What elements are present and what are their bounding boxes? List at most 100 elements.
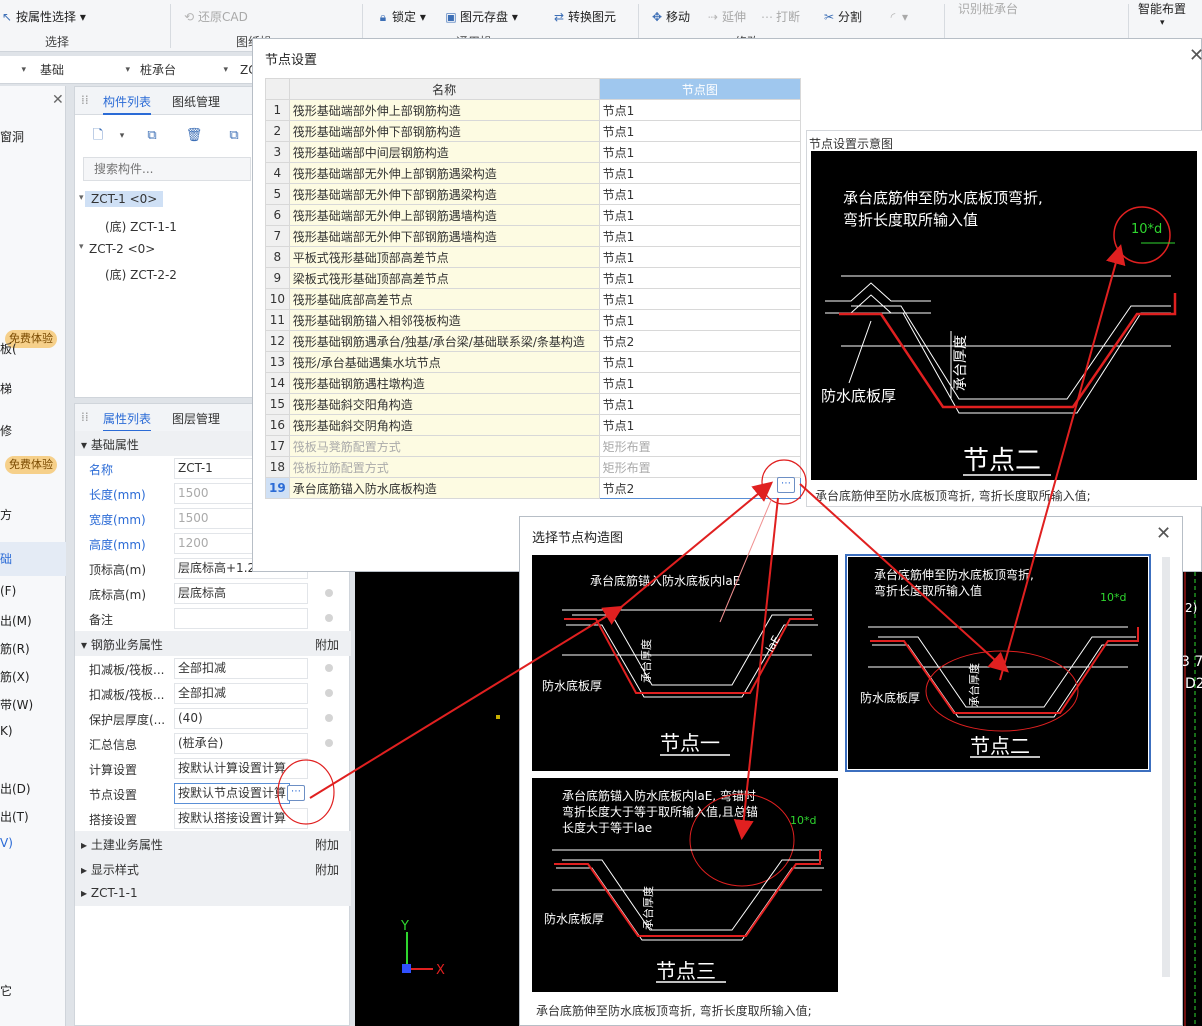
table-row[interactable]: 10 筏形基础底部高差节点 节点1	[265, 288, 802, 310]
row-node-value[interactable]: 节点1	[598, 393, 802, 415]
table-row[interactable]: 7 筏形基础端部无外伸下部钢筋遇墙构造 节点1	[265, 225, 802, 247]
table-row[interactable]: 17 筏板马凳筋配置方式 矩形布置	[265, 435, 802, 457]
table-row[interactable]: 14 筏形基础钢筋遇柱墩构造 节点1	[265, 372, 802, 394]
nav-item-active[interactable]: 础	[0, 542, 66, 576]
nav-item[interactable]: 带(W)	[0, 696, 33, 713]
nav-item[interactable]: 筋(R)	[0, 640, 30, 657]
group-civil-properties[interactable]: ▸ 土建业务属性 附加	[75, 831, 351, 856]
expand-icon[interactable]: ▾	[79, 242, 84, 252]
table-row[interactable]: 16 筏形基础斜交阴角构造 节点1	[265, 414, 802, 436]
table-row[interactable]: 3 筏形基础端部中间层钢筋构造 节点1	[265, 141, 802, 163]
tab-layer-management[interactable]: 图层管理	[172, 410, 220, 427]
row-node-value[interactable]: 节点1	[598, 246, 802, 268]
expand-icon[interactable]: ▾	[79, 193, 84, 203]
nav-item[interactable]: V)	[0, 836, 13, 850]
table-row[interactable]: 1 筏形基础端部外伸上部钢筋构造 节点1	[265, 99, 802, 121]
nav-item[interactable]: 窗洞	[0, 128, 24, 145]
option-dot[interactable]	[325, 589, 333, 597]
property-value[interactable]: 层底标高	[174, 583, 308, 604]
table-row[interactable]: 8 平板式筏形基础顶部高差节点 节点1	[265, 246, 802, 268]
arc-button[interactable]: ◜ ▾	[886, 8, 908, 26]
row-node-value[interactable]: 节点1	[598, 372, 802, 394]
row-node-value[interactable]: 节点1	[598, 204, 802, 226]
row-node-value[interactable]: 节点1	[598, 141, 802, 163]
property-value[interactable]: 按默认节点设置计算	[174, 783, 290, 804]
node-option-3[interactable]: 承台底筋锚入防水底板内laE, 弯锚时 弯折长度大于等于取所输入值,且总锚 长度…	[532, 778, 838, 992]
nav-item[interactable]: 修	[0, 422, 12, 439]
free-trial-badge[interactable]: 免费体验	[5, 456, 57, 474]
chevron-down-icon[interactable]: ▾	[111, 125, 133, 147]
row-node-value[interactable]: 节点1	[598, 267, 802, 289]
row-node-value[interactable]: 节点1	[598, 162, 802, 184]
row-node-value[interactable]: 矩形布置	[598, 435, 802, 457]
row-node-value[interactable]: 节点2	[598, 330, 802, 352]
table-row[interactable]: 18 筏板拉筋配置方式 矩形布置	[265, 456, 802, 478]
nav-item[interactable]: 出(M)	[0, 612, 32, 629]
nav-item[interactable]: K)	[0, 724, 13, 738]
property-value[interactable]: 全部扣减	[174, 683, 308, 704]
option-dot[interactable]	[325, 714, 333, 722]
row-node-value[interactable]: 节点1	[598, 288, 802, 310]
nav-item[interactable]: 板(	[0, 340, 17, 357]
close-icon[interactable]: ✕	[1189, 45, 1202, 66]
property-value[interactable]: 按默认计算设置计算	[174, 758, 308, 779]
table-row[interactable]: 12 筏形基础钢筋遇承台/独基/承台梁/基础联系梁/条基构造 节点2	[265, 330, 802, 352]
row-node-value[interactable]: 节点1	[598, 309, 802, 331]
nav-item[interactable]: 方	[0, 506, 12, 523]
table-row[interactable]: 4 筏形基础端部无外伸上部钢筋遇梁构造 节点1	[265, 162, 802, 184]
chevron-down-icon[interactable]: ▾	[1160, 14, 1165, 32]
tree-node-zct1-1[interactable]: (底) ZCT-1-1	[105, 218, 177, 235]
table-row[interactable]: 19 承台底筋锚入防水底板构造 节点2	[265, 477, 802, 499]
group-sub-component[interactable]: ▸ ZCT-1-1	[75, 881, 351, 906]
tab-drawing-management[interactable]: 图纸管理	[172, 93, 220, 110]
tree-node-zct2[interactable]: ZCT-2 <0>	[89, 242, 155, 256]
tab-property-list[interactable]: 属性列表	[103, 410, 152, 432]
property-value[interactable]: (40)	[174, 708, 308, 729]
option-dot[interactable]	[325, 689, 333, 697]
type-select[interactable]: 桩承台 ▾	[140, 60, 232, 80]
group-rebar-properties[interactable]: ▾ 钢筋业务属性 附加	[75, 631, 351, 656]
move-button[interactable]: ✥ 移动	[650, 8, 690, 26]
row-node-value[interactable]: 节点2	[598, 477, 802, 499]
table-row[interactable]: 11 筏形基础钢筋锚入相邻筏板构造 节点1	[265, 309, 802, 331]
drag-handle-icon[interactable]: ⁞⁞	[81, 93, 89, 107]
option-dot[interactable]	[325, 614, 333, 622]
table-row[interactable]: 9 梁板式筏形基础顶部高差节点 节点1	[265, 267, 802, 289]
drag-handle-icon[interactable]: ⁞⁞	[81, 410, 89, 424]
property-value[interactable]: 全部扣减	[174, 658, 308, 679]
option-dot[interactable]	[325, 664, 333, 672]
nav-item[interactable]: 筋(X)	[0, 668, 30, 685]
property-value[interactable]: (桩承台)	[174, 733, 308, 754]
row-node-value[interactable]: 节点1	[598, 183, 802, 205]
close-icon[interactable]: ✕	[52, 92, 64, 108]
table-row[interactable]: 6 筏形基础端部无外伸上部钢筋遇墙构造 节点1	[265, 204, 802, 226]
nav-item[interactable]: (F)	[0, 584, 16, 598]
more-options-button[interactable]: ⋯	[777, 477, 795, 493]
row-node-value[interactable]: 节点1	[598, 414, 802, 436]
lock-button[interactable]: 🔒︎ 锁定 ▾	[376, 8, 426, 26]
row-node-value[interactable]: 节点1	[598, 225, 802, 247]
delete-icon[interactable]: 🗑︎	[183, 125, 205, 147]
save-element-button[interactable]: ▣ 图元存盘 ▾	[444, 8, 518, 26]
identify-pile-cap-button[interactable]: 识别桩承台	[958, 0, 1018, 18]
convert-element-button[interactable]: ⇄ 转换图元	[552, 8, 616, 26]
group-display-style[interactable]: ▸ 显示样式 附加	[75, 856, 351, 881]
table-row[interactable]: 13 筏形/承台基础遇集水坑节点 节点1	[265, 351, 802, 373]
duplicate-icon[interactable]: ⧉	[223, 125, 245, 147]
extend-button[interactable]: ⇢ 延伸	[706, 8, 746, 26]
copy-icon[interactable]: ⧉	[141, 125, 163, 147]
tab-component-list[interactable]: 构件列表	[103, 93, 152, 115]
tree-node-zct1[interactable]: ZCT-1 <0>	[85, 191, 164, 207]
table-row[interactable]: 5 筏形基础端部无外伸下部钢筋遇梁构造 节点1	[265, 183, 802, 205]
search-input[interactable]	[83, 157, 251, 181]
option-dot[interactable]	[325, 739, 333, 747]
table-row[interactable]: 2 筏形基础端部外伸下部钢筋构造 节点1	[265, 120, 802, 142]
scrollbar[interactable]	[1162, 557, 1170, 977]
select-by-attr-button[interactable]: ↖ 按属性选择 ▾	[0, 8, 86, 26]
close-icon[interactable]: ✕	[1156, 523, 1171, 544]
row-node-value[interactable]: 矩形布置	[598, 456, 802, 478]
split-button[interactable]: ✂ 分割	[822, 8, 862, 26]
tree-node-zct2-2[interactable]: (底) ZCT-2-2	[105, 266, 177, 283]
nav-item[interactable]: 它	[0, 982, 12, 999]
nav-item[interactable]: 出(D)	[0, 780, 31, 797]
